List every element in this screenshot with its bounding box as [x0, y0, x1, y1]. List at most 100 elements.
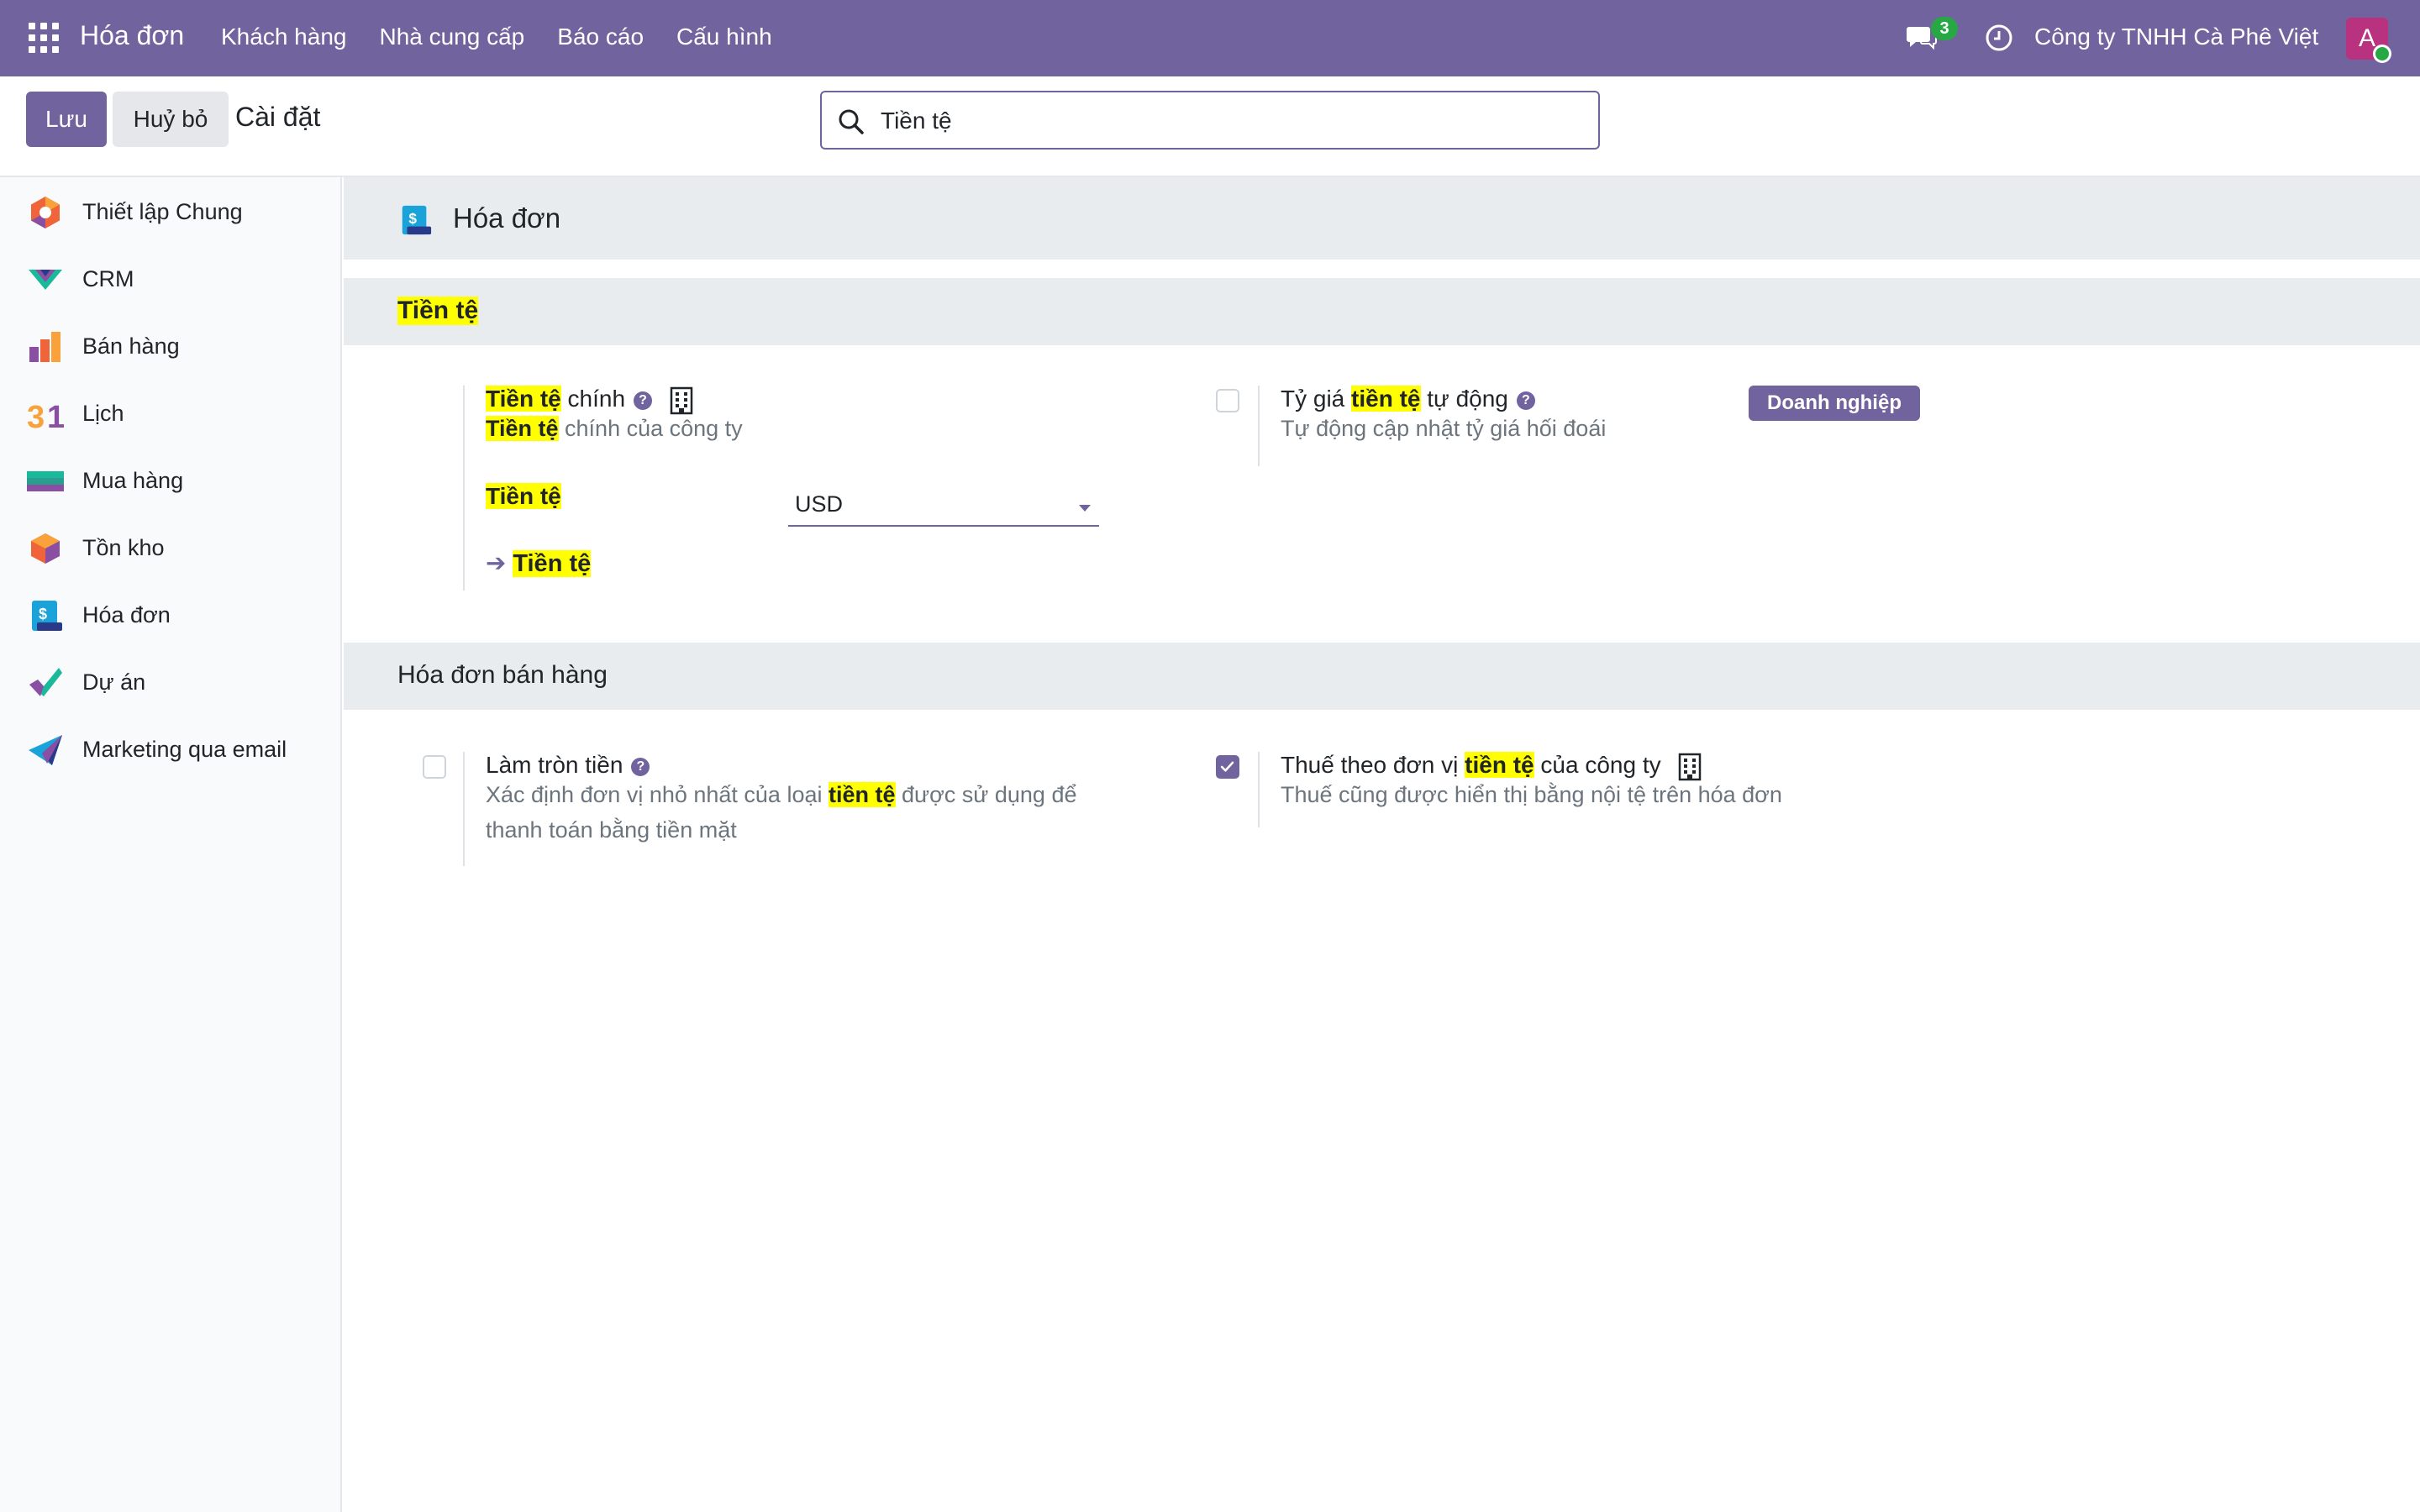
sidebar-item-general-settings[interactable]: Thiết lập Chung [0, 177, 340, 244]
title-highlight: tiền tệ [1351, 386, 1421, 412]
sidebar-item-label: Dự án [82, 669, 146, 695]
sidebar-item-label: Mua hàng [82, 468, 184, 493]
setting-tax-company-currency: Thuế theo đơn vị tiền tệ của công ty Thu… [1258, 752, 2014, 836]
arrow-right-icon: ➔ [486, 550, 507, 577]
calendar-icon: 3 1 [27, 400, 64, 433]
field-label-text: Tiền tệ [486, 483, 561, 509]
company-switcher[interactable]: Công ty TNHH Cà Phê Việt [2034, 24, 2318, 50]
title-text: Tỷ giá [1281, 386, 1352, 412]
svg-text:3: 3 [27, 400, 45, 433]
sidebar-item-label: Marketing qua email [82, 737, 287, 762]
chat-count-badge: 3 [1931, 17, 1958, 40]
setting-divider [463, 752, 465, 866]
app-brand[interactable]: Hóa đơn [80, 20, 184, 51]
setting-divider [1258, 386, 1260, 466]
currency-select-value: USD [795, 491, 844, 517]
app-section-header: $ Hóa đơn [344, 177, 2420, 260]
title-text: Thuế theo đơn vị [1281, 752, 1465, 778]
section-title: Hóa đơn bán hàng [397, 661, 608, 689]
menu-configuration[interactable]: Cấu hình [676, 24, 772, 50]
title-highlight: tiền tệ [1465, 752, 1534, 778]
sidebar-item-label: Tồn kho [82, 535, 165, 560]
svg-text:$: $ [408, 210, 417, 227]
help-icon[interactable]: ? [1516, 391, 1535, 410]
title-text: của công ty [1534, 752, 1661, 778]
purchase-icon [27, 471, 64, 491]
sidebar-item-project[interactable]: Dự án [0, 648, 340, 715]
email-marketing-icon [29, 735, 62, 765]
currencies-link[interactable]: ➔ Tiền tệ [486, 549, 592, 578]
desc-highlight: tiền tệ [828, 782, 896, 807]
setting-description: Thuế cũng được hiển thị bằng nội tệ trên… [1281, 782, 1782, 807]
setting-title: Làm tròn tiền? [486, 752, 650, 779]
invoicing-icon: $ [402, 205, 432, 235]
currency-field-label: Tiền tệ [486, 483, 561, 510]
desc-text: chính của công ty [558, 416, 743, 441]
desc-text: Xác định đơn vị nhỏ nhất của loại [486, 782, 829, 807]
sidebar-item-email-marketing[interactable]: Marketing qua email [0, 715, 340, 782]
setting-description: Tự động cập nhật tỷ giá hối đoái [1281, 416, 1607, 441]
page-title: Cài đặt [235, 102, 321, 132]
sidebar-item-crm[interactable]: CRM [0, 244, 340, 312]
section-title: Tiền tệ [397, 297, 479, 325]
invoicing-icon: $ [32, 601, 62, 631]
inventory-icon [31, 533, 60, 564]
control-panel: Lưu Huỷ bỏ Cài đặt [0, 76, 2420, 177]
settings-sidebar: Thiết lập Chung CRM Bán hàng 3 1 Lịch Mu… [0, 177, 342, 1512]
clock-icon[interactable] [1985, 24, 2013, 52]
section-customer-invoices-header: Hóa đơn bán hàng [344, 643, 2420, 710]
sidebar-item-calendar[interactable]: 3 1 Lịch [0, 379, 340, 446]
enterprise-badge[interactable]: Doanh nghiệp [1749, 386, 1920, 421]
sales-icon [29, 332, 60, 362]
chevron-down-icon [1079, 505, 1091, 512]
setting-description: Xác định đơn vị nhỏ nhất của loại tiền t… [486, 777, 1076, 848]
menu-reports[interactable]: Báo cáo [557, 24, 644, 50]
section-currency-header: Tiền tệ [344, 278, 2420, 345]
app-section-title: Hóa đơn [453, 202, 561, 234]
title-text: tự động [1420, 386, 1508, 412]
title-highlight: Tiền tệ [486, 386, 561, 412]
menu-vendors[interactable]: Nhà cung cấp [379, 24, 524, 50]
tax-currency-checkbox[interactable] [1216, 755, 1239, 779]
settings-main: $ Hóa đơn Tiền tệ Tiền tệ chính? Tiền tệ… [344, 177, 2420, 1512]
sidebar-item-sales[interactable]: Bán hàng [0, 312, 340, 379]
setting-description: Tiền tệ chính của công ty [486, 411, 743, 446]
desc-highlight: Tiền tệ [486, 416, 559, 441]
title-text: chính [560, 386, 626, 412]
sidebar-item-label: Hóa đơn [82, 602, 171, 627]
apps-grid-icon[interactable] [29, 23, 59, 53]
sidebar-item-label: Bán hàng [82, 333, 180, 359]
help-icon[interactable]: ? [631, 757, 650, 776]
sidebar-item-inventory[interactable]: Tồn kho [0, 513, 340, 580]
sidebar-item-label: Lịch [82, 401, 124, 426]
menu-customers[interactable]: Khách hàng [221, 24, 346, 50]
search-box[interactable] [820, 91, 1600, 150]
sidebar-item-label: CRM [82, 266, 134, 291]
currencies-link-label: Tiền tệ [513, 550, 592, 577]
online-status-dot [2373, 45, 2391, 63]
main-menu: Khách hàng Nhà cung cấp Báo cáo Cấu hình [221, 24, 805, 50]
title-text: Làm tròn tiền [486, 752, 623, 778]
help-icon[interactable]: ? [634, 391, 653, 410]
svg-text:1: 1 [47, 400, 64, 433]
search-input[interactable] [881, 102, 1570, 139]
save-button[interactable]: Lưu [26, 92, 107, 147]
desc-text: được sử dụng để [895, 782, 1077, 807]
sidebar-item-invoicing[interactable]: $ Hóa đơn [0, 580, 340, 648]
setting-divider [1258, 752, 1260, 827]
cash-rounding-checkbox[interactable] [423, 755, 446, 779]
search-icon [839, 109, 864, 134]
crm-icon [29, 270, 62, 290]
top-navbar: Hóa đơn Khách hàng Nhà cung cấp Báo cáo … [0, 0, 2420, 76]
setting-divider [463, 386, 465, 591]
setting-cash-rounding: Làm tròn tiền? Xác định đơn vị nhỏ nhất … [463, 752, 1152, 869]
check-icon [1220, 761, 1234, 772]
svg-text:$: $ [39, 606, 47, 622]
auto-rate-checkbox[interactable] [1216, 389, 1239, 412]
settings-general-icon [31, 197, 60, 228]
setting-title: Tỷ giá tiền tệ tự động? [1281, 386, 1535, 412]
desc-text: thanh toán bằng tiền mặt [486, 817, 737, 843]
sidebar-item-purchase[interactable]: Mua hàng [0, 446, 340, 513]
currency-select[interactable]: USD [788, 486, 1099, 527]
cancel-button[interactable]: Huỷ bỏ [113, 92, 229, 147]
